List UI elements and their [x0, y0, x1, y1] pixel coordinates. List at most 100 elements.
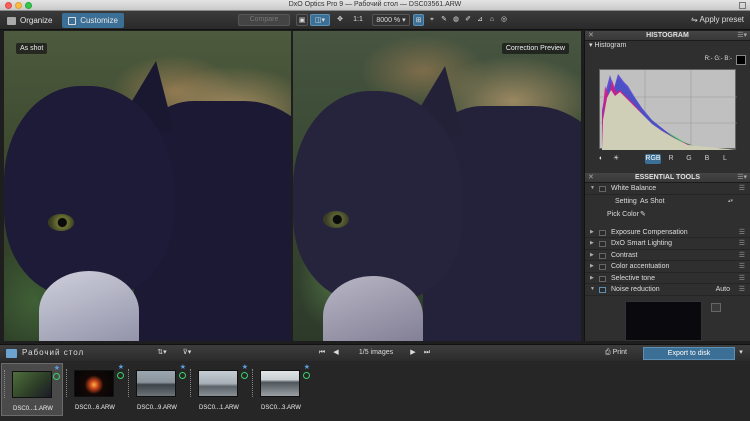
- tool-menu-icon[interactable]: ☰: [739, 183, 745, 195]
- tool-label: Color accentuation: [611, 263, 670, 270]
- channel-b[interactable]: B: [701, 154, 713, 164]
- tool-menu-icon[interactable]: ☰: [739, 273, 745, 285]
- volume-deformation-icon[interactable]: ⌂: [487, 14, 497, 26]
- image-pager: 1/5 images: [358, 349, 394, 356]
- tool-row-contrast[interactable]: ▶ Contrast ☰: [585, 250, 750, 262]
- original-image-pane[interactable]: As shot: [4, 31, 291, 341]
- tool-menu-icon[interactable]: ☰: [739, 284, 745, 296]
- export-to-disk-button[interactable]: Export to disk: [643, 347, 735, 360]
- cat-eye-shape: [323, 211, 349, 228]
- tool-checkbox[interactable]: [599, 241, 606, 247]
- image-browser-bar: Рабочий стол ⇅▾ ⊽▾ ⏮ ◀ 1/5 images ▶ ⏭ ⎙ …: [0, 344, 750, 361]
- print-label: Print: [612, 349, 627, 356]
- tool-menu-icon[interactable]: ☰: [739, 261, 745, 273]
- loupe-icon[interactable]: ◎: [499, 14, 509, 26]
- perspective-icon[interactable]: ⊿: [475, 14, 485, 26]
- horizon-icon[interactable]: ⌖: [427, 14, 437, 26]
- drag-handle: [190, 369, 192, 397]
- zoom-1to1-button[interactable]: 1:1: [347, 14, 369, 26]
- noise-mode-value[interactable]: Auto: [716, 284, 730, 296]
- tool-checkbox[interactable]: [599, 264, 606, 270]
- thumbnail[interactable]: ★ DSC0...6.ARW: [64, 363, 126, 416]
- close-icon[interactable]: ✕: [588, 31, 594, 41]
- white-balance-checkbox[interactable]: [599, 186, 606, 192]
- close-icon[interactable]: ✕: [588, 173, 594, 183]
- tool-checkbox[interactable]: [599, 287, 606, 293]
- tab-organize-label: Organize: [20, 16, 53, 25]
- channel-r[interactable]: R: [665, 154, 677, 164]
- thumbnail[interactable]: ★ DSC0...1.ARW: [1, 363, 63, 416]
- white-balance-row[interactable]: ▼ White Balance ☰: [585, 183, 750, 195]
- window-title: DxO Optics Pro 9 — Рабочий стол — DSC035…: [288, 1, 462, 8]
- tab-customize[interactable]: Customize: [62, 13, 124, 28]
- thumbnail-image: [74, 370, 114, 397]
- channel-rgb[interactable]: RGB: [645, 154, 661, 164]
- thumbnail[interactable]: ★ DSC0...1.ARW: [188, 363, 250, 416]
- next-image-icon[interactable]: ▶: [408, 347, 418, 359]
- histogram-section-header[interactable]: ▾ Histogram: [585, 41, 750, 50]
- print-button[interactable]: ⎙ Print: [598, 347, 634, 359]
- tool-checkbox[interactable]: [599, 252, 606, 259]
- panel-menu-icon[interactable]: ☰▾: [737, 31, 747, 41]
- correction-preview-pane[interactable]: Correction Preview: [293, 31, 581, 341]
- thumbnail[interactable]: ★ DSC0...3.ARW: [250, 363, 312, 416]
- tool-checkbox[interactable]: [599, 275, 606, 282]
- tool-row-color-accentuation[interactable]: ▶ Color accentuation ☰: [585, 261, 750, 273]
- split-view-icon[interactable]: ◫▾: [310, 14, 330, 26]
- zoom-level-select[interactable]: 8000 % ▾: [372, 14, 410, 26]
- drag-handle: [66, 369, 68, 397]
- tool-row-selective-tone[interactable]: ▶ Selective tone ☰: [585, 273, 750, 285]
- processed-badge-icon: [117, 372, 124, 379]
- disclosure-icon: ▾: [589, 42, 593, 49]
- last-image-icon[interactable]: ⏭: [422, 347, 432, 359]
- thumbnail[interactable]: ★ DSC0...9.ARW: [126, 363, 188, 416]
- tool-checkbox[interactable]: [599, 229, 606, 236]
- tool-label: Contrast: [611, 251, 638, 259]
- star-icon: ★: [241, 364, 248, 371]
- tool-menu-icon[interactable]: ☰: [739, 250, 745, 262]
- tool-menu-icon[interactable]: ☰: [739, 227, 745, 239]
- sort-icon[interactable]: ⇅▾: [152, 347, 172, 359]
- previous-image-icon[interactable]: ◀: [331, 347, 341, 359]
- tool-row-smart-lighting[interactable]: ▶ DxO Smart Lighting ☰: [585, 238, 750, 250]
- highlight-clipping-icon[interactable]: ☀: [613, 155, 621, 163]
- tool-label: Selective tone: [611, 274, 655, 282]
- tool-row-exposure[interactable]: ▶ Exposure Compensation ☰: [585, 227, 750, 239]
- channel-g[interactable]: G: [683, 154, 695, 164]
- correction-preview-label: Correction Preview: [501, 43, 569, 54]
- noise-preview-button[interactable]: [711, 303, 721, 312]
- red-eye-icon[interactable]: ◍: [451, 14, 461, 26]
- first-image-icon[interactable]: ⏮: [317, 347, 327, 359]
- repair-brush-icon[interactable]: ✐: [463, 14, 473, 26]
- cat-eye-shape: [48, 214, 74, 231]
- thumbnail-name: DSC0...1.ARW: [199, 405, 239, 411]
- export-options-icon[interactable]: ▾: [736, 347, 746, 359]
- processed-badge-icon: [179, 372, 186, 379]
- window-titlebar: DxO Optics Pro 9 — Рабочий стол — DSC035…: [0, 0, 750, 11]
- shadow-clipping-icon[interactable]: ◐: [599, 155, 607, 163]
- eyedropper-icon[interactable]: ✎: [640, 208, 646, 221]
- fullscreen-icon[interactable]: [739, 2, 746, 9]
- move-icon[interactable]: ✥: [335, 14, 345, 26]
- single-view-icon[interactable]: ▣: [296, 14, 308, 26]
- filter-icon[interactable]: ⊽▾: [178, 347, 196, 359]
- star-icon: ★: [117, 364, 124, 371]
- eyedropper-icon[interactable]: ✎: [439, 14, 449, 26]
- tool-menu-icon[interactable]: ☰: [739, 238, 745, 250]
- folder-name: Рабочий стол: [22, 348, 85, 357]
- crop-icon[interactable]: ⊞: [413, 14, 424, 26]
- apply-preset-button[interactable]: ⇋ Apply preset: [691, 14, 744, 26]
- compare-button[interactable]: Compare: [238, 14, 290, 26]
- apply-preset-icon: ⇋: [691, 15, 698, 24]
- rgb-readout: R:- G:- B:-: [704, 56, 732, 62]
- thumbnail-image: [260, 370, 300, 397]
- tool-label: Noise reduction: [611, 286, 660, 293]
- zoom-level-value: 8000 %: [376, 17, 401, 24]
- panel-menu-icon[interactable]: ☰▾: [737, 173, 747, 183]
- tool-row-noise-reduction[interactable]: ▼ Noise reduction Auto ☰: [585, 284, 750, 296]
- setting-select[interactable]: As Shot: [640, 195, 734, 208]
- organize-icon: [7, 16, 16, 25]
- channel-l[interactable]: L: [719, 154, 731, 164]
- main-toolbar: Organize Customize Compare ▣ ◫▾ ✥ 1:1 80…: [0, 11, 750, 30]
- tab-organize[interactable]: Organize: [1, 13, 59, 28]
